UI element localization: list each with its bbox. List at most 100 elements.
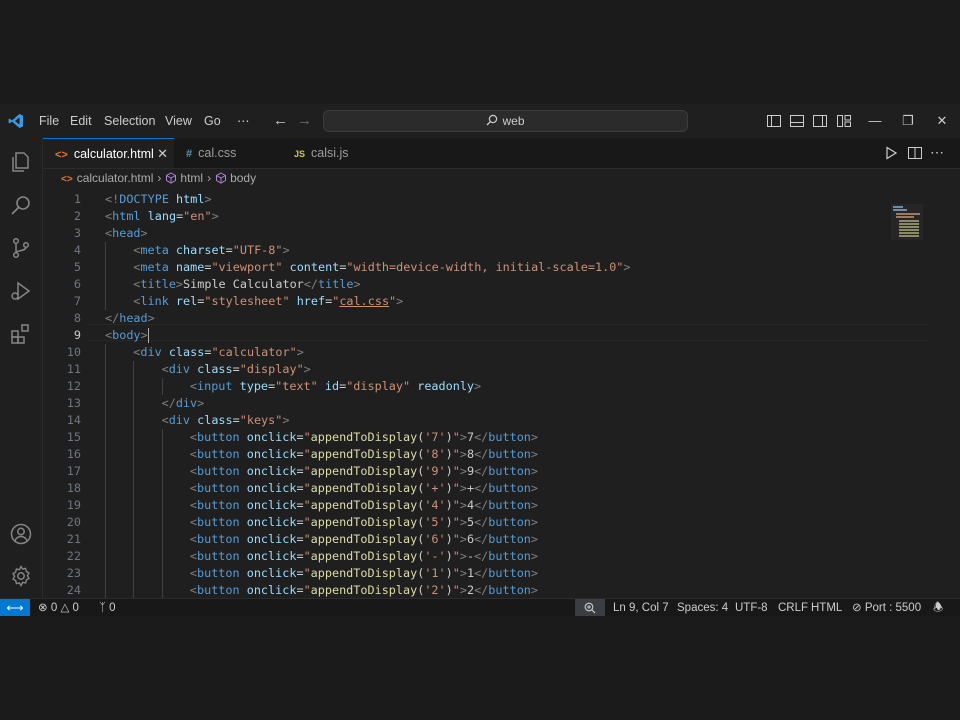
indent-guide [105,565,106,582]
breadcrumb-body[interactable]: body [230,171,256,185]
language-mode[interactable]: HTML [811,599,842,616]
code-line: 21 <button onclick="appendToDisplay('6')"… [43,531,883,548]
indent-guide [161,514,163,531]
code-token: button [488,532,531,546]
search-view-icon[interactable] [9,193,33,217]
line-number: 2 [73,209,81,223]
code-token: "viewport" [211,260,283,274]
code-token: < [189,379,197,393]
code-token: title [140,277,176,291]
zoom-indicator[interactable] [575,599,605,616]
menu-edit[interactable]: Edit [70,104,92,138]
menu-more[interactable]: ⋯ [237,104,250,138]
indent-guide [133,497,135,514]
line-number: 13 [66,396,81,410]
code-token: > [353,277,361,291]
indent-guide [133,565,135,582]
code-token: " [452,447,460,461]
settings-gear-icon[interactable] [9,564,33,588]
command-center-search[interactable]: web [323,110,688,132]
code-token: onclick [239,549,297,563]
indent-guide [105,531,106,548]
run-debug-icon[interactable] [9,279,33,303]
customize-layout-icon[interactable] [836,113,852,129]
code-token: > [396,294,404,308]
code-token: "display" [346,379,411,393]
code-token: head [119,311,148,325]
tab-label: calsi.js [311,146,349,160]
line-number: 6 [73,277,81,291]
line-number: 5 [73,260,81,274]
code-token: > [530,498,539,512]
code-token: input [197,379,233,393]
code-token: > [530,481,539,495]
menu-view[interactable]: View [165,104,192,138]
close-window-icon[interactable]: ✕ [927,104,957,138]
code-token: ) [445,515,453,529]
menu-go[interactable]: Go [204,104,221,138]
breadcrumb-html[interactable]: html [180,171,203,185]
code-token: = [296,498,304,512]
line-code: <button onclick="appendToDisplay('9')">9… [190,463,538,480]
back-arrow-icon[interactable]: ← [273,104,288,138]
line-code: </div> [162,395,205,412]
code-token: appendToDisplay [310,481,418,495]
indent-guide [105,361,106,378]
code-token: > [459,430,467,444]
accounts-icon[interactable] [9,522,33,546]
code-token: </ [474,583,489,597]
code-line: 24 <button onclick="appendToDisplay('2')"… [43,582,883,598]
code-token: '7' [424,430,446,444]
tab-calculator-html[interactable]: <> calculator.html ✕ [43,138,174,168]
live-server-port[interactable]: ⊘ Port : 5500 [852,599,921,616]
tab-calsi-js[interactable]: JS calsi.js [282,138,387,168]
cursor-position[interactable]: Ln 9, Col 7 [613,599,669,616]
menu-selection[interactable]: Selection [104,104,155,138]
end-of-line[interactable]: CRLF [778,599,808,616]
notifications-bell-icon[interactable]: 🕭 [933,599,943,616]
code-token: " [452,532,460,546]
code-token: button [197,549,240,563]
breadcrumb-file[interactable]: calculator.html [77,171,154,185]
port-label: Port : 5500 [864,602,922,614]
toggle-primary-sidebar-icon[interactable] [766,113,782,129]
indent-guide [133,361,135,378]
explorer-icon[interactable] [9,150,33,174]
forward-arrow-icon[interactable]: → [297,104,312,138]
code-editor[interactable]: 1 <!DOCTYPE html> 2 <html lang="en"> 3 <head>… [43,188,948,598]
extensions-icon[interactable] [9,322,33,346]
encoding[interactable]: UTF-8 [735,599,768,616]
code-token: "UTF-8" [232,243,283,257]
tab-cal-css[interactable]: # cal.css [174,138,282,168]
source-control-icon[interactable] [9,236,33,260]
indent-guide [161,497,163,514]
line-number: 17 [66,464,81,478]
code-token: < [189,549,197,563]
code-token: " [452,481,460,495]
restore-icon[interactable]: ❐ [893,104,923,138]
indent-guide [133,378,135,395]
remote-indicator-icon[interactable]: ⟷ [0,599,30,616]
code-token: > [282,413,290,427]
code-token: appendToDisplay [310,498,418,512]
more-actions-icon[interactable]: ⋯ [930,138,944,168]
ports-indicator[interactable]: ᛉ 0 [99,599,116,616]
toggle-secondary-sidebar-icon[interactable] [812,113,828,129]
split-editor-icon[interactable] [907,145,923,161]
code-token: > [459,549,467,563]
code-token: div [140,345,162,359]
minimize-icon[interactable]: — [860,104,890,138]
indentation[interactable]: Spaces: 4 [677,599,728,616]
toggle-panel-icon[interactable] [789,113,805,129]
code-token: 6 [466,532,475,546]
code-line: 17 <button onclick="appendToDisplay('9')"… [43,463,883,480]
menu-file[interactable]: File [39,104,59,138]
minimap[interactable] [891,204,923,240]
close-tab-icon[interactable]: ✕ [157,139,168,169]
problems-indicator[interactable]: ⊗ 0 △ 0 [38,599,79,616]
code-token: '2' [424,583,446,597]
css-file-icon: # [186,148,193,160]
indent-guide [105,412,106,429]
code-token: '9' [424,464,446,478]
run-play-icon[interactable] [883,145,899,161]
